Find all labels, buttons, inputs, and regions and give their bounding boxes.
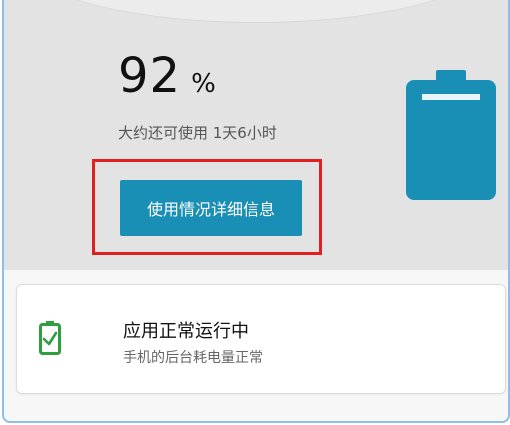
battery-percent-sign: % xyxy=(191,69,216,99)
battery-summary-panel: 92 % 大约还可使用 1天6小时 使用情况详细信息 xyxy=(4,0,508,270)
status-subtitle: 手机的后台耗电量正常 xyxy=(123,350,263,366)
battery-screen: 92 % 大约还可使用 1天6小时 使用情况详细信息 应用正常运行中 手机的后台… xyxy=(2,0,510,423)
app-status-card[interactable]: 应用正常运行中 手机的后台耗电量正常 xyxy=(16,284,506,394)
battery-percentage: 92 % xyxy=(118,48,216,104)
remaining-time-text: 大约还可使用 1天6小时 xyxy=(118,124,277,142)
battery-check-icon xyxy=(39,321,61,355)
status-title: 应用正常运行中 xyxy=(123,321,249,342)
top-curve-decoration xyxy=(24,0,488,23)
battery-percent-value: 92 xyxy=(118,48,182,104)
usage-details-button[interactable]: 使用情况详细信息 xyxy=(120,180,302,236)
battery-icon xyxy=(406,70,496,200)
